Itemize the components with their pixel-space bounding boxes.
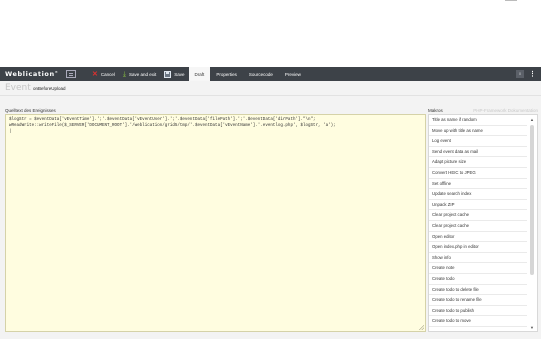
source-code-editor[interactable]: $logStr = $eventData['vEventTime'].';'.$… <box>5 114 426 332</box>
scroll-up-icon[interactable]: ▲ <box>528 117 536 123</box>
macro-list-item[interactable]: Move up with title as name <box>429 126 527 137</box>
event-name: onBeforeUpload <box>33 85 66 91</box>
macro-list: Title as name if random Move up with titl… <box>428 114 538 332</box>
x-icon: ✕ <box>92 70 98 78</box>
macro-list-item[interactable]: Create todo to delete file <box>429 285 527 296</box>
macro-list-item[interactable]: Create todo to publish <box>429 306 527 317</box>
source-label: Quelltext des Ereignisses <box>5 108 56 113</box>
resize-handle[interactable] <box>419 325 424 330</box>
macro-list-item[interactable]: Create todo <box>429 274 527 285</box>
macro-list-item[interactable]: Clear project cache <box>429 221 527 232</box>
save-label: Save <box>174 71 185 77</box>
app-name: Weblication <box>5 70 55 79</box>
scroll-down-icon[interactable]: ▼ <box>528 325 536 331</box>
macro-list-item[interactable]: Show info <box>429 253 527 264</box>
macros-title: Makros <box>428 108 443 113</box>
framework-docs-link[interactable]: PHP-Framework Dokumentation <box>473 108 538 113</box>
main-toolbar: Weblication® ✕ Cancel ⤓ Save and exit Sa… <box>0 67 541 81</box>
editor-area: Quelltext des Ereignisses $logStr = $eve… <box>0 96 541 339</box>
layout-toggle-icon[interactable] <box>66 70 76 78</box>
more-vertical-icon[interactable]: ⋮ <box>529 70 536 78</box>
macro-list-item[interactable]: Adapt picture size <box>429 157 527 168</box>
macro-items: Title as name if random Move up with titl… <box>429 115 537 327</box>
save-and-exit-icon: ⤓ <box>122 70 126 78</box>
macro-list-item[interactable]: Create todo to move <box>429 316 527 327</box>
macro-list-item[interactable]: Title as name if random <box>429 115 527 126</box>
macro-list-item[interactable]: Open index.php in editor <box>429 242 527 253</box>
tab-draft[interactable]: Draft <box>188 67 211 81</box>
save-and-exit-button[interactable]: ⤓ Save and exit <box>119 67 160 81</box>
macro-list-item[interactable]: Convert HEIC to JPEG <box>429 168 527 179</box>
macro-list-item[interactable]: Clear project cache <box>429 210 527 221</box>
tab-sourcecode[interactable]: Sourcecode <box>243 67 279 81</box>
event-header: Event onBeforeUpload <box>0 81 541 96</box>
source-code-text: $logStr = $eventData['vEventTime'].';'.$… <box>9 118 336 134</box>
macro-list-item[interactable]: Create note <box>429 263 527 274</box>
macro-scrollbar[interactable]: ▲ ▼ <box>528 116 536 331</box>
window-edge-mark <box>505 0 517 2</box>
page-background <box>0 0 541 67</box>
floppy-disk-icon <box>164 70 172 78</box>
macro-list-item[interactable]: Unpack ZIP <box>429 200 527 211</box>
macro-list-item[interactable]: Log event <box>429 136 527 147</box>
notification-badge[interactable]: 0 <box>516 70 524 78</box>
app-logo: Weblication® <box>0 70 66 78</box>
scroll-thumb[interactable] <box>530 125 534 275</box>
save-button[interactable]: Save <box>160 67 188 81</box>
tab-properties[interactable]: Properties <box>210 67 243 81</box>
cancel-label: Cancel <box>100 71 115 77</box>
macro-list-item[interactable]: Send event data as mail <box>429 147 527 158</box>
save-and-exit-label: Save and exit <box>129 71 157 77</box>
macro-list-item[interactable]: Create todo to rename file <box>429 295 527 306</box>
event-title: Event <box>5 83 31 93</box>
macro-list-item[interactable]: Set offline <box>429 179 527 190</box>
tab-preview[interactable]: Preview <box>279 67 307 81</box>
cancel-button[interactable]: ✕ Cancel <box>88 67 119 81</box>
macro-list-item[interactable]: Update search index <box>429 189 527 200</box>
macros-header: Makros PHP-Framework Dokumentation <box>428 108 538 113</box>
app-trademark: ® <box>54 69 59 74</box>
macro-list-item[interactable]: Open editor <box>429 232 527 243</box>
